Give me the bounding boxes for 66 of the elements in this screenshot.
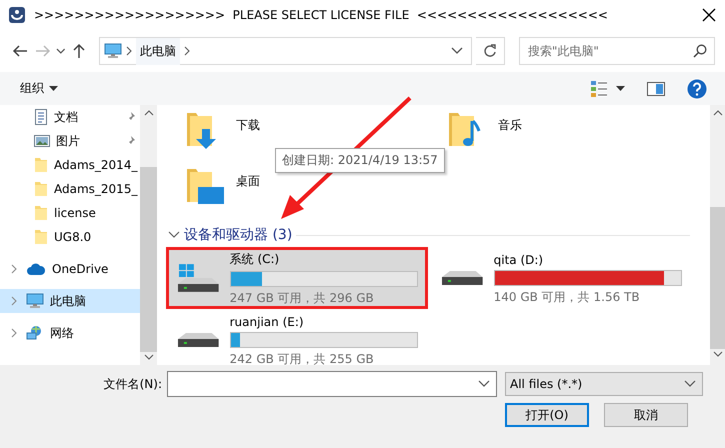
- back-icon[interactable]: [12, 43, 28, 59]
- refresh-button[interactable]: [476, 37, 505, 65]
- chevron-icon[interactable]: [126, 46, 132, 56]
- file-type-dropdown[interactable]: All files (*.*): [505, 372, 703, 396]
- drive-free-space: 242 GB 可用，共 255 GB: [230, 350, 375, 368]
- group-header[interactable]: 设备和驱动器 (3): [184, 226, 292, 244]
- app-icon: [8, 6, 26, 24]
- window-title: >>>>>>>>>>>>>>>>>>> PLEASE SELECT LICENSE FILE <<<<<<<<<<<<<<<<<<<: [34, 8, 609, 22]
- expand-chevron-icon[interactable]: [11, 296, 17, 306]
- drive-tile[interactable]: ruanjian (E:) 242 GB 可用，共 255 GB: [168, 311, 426, 369]
- expand-chevron-icon[interactable]: [11, 328, 17, 338]
- sidebar-item[interactable]: 图片: [0, 129, 140, 153]
- computer-icon: [26, 293, 44, 309]
- filename-field[interactable]: [167, 371, 497, 397]
- refresh-icon: [483, 44, 498, 58]
- drive-free-space: 247 GB 可用，共 296 GB: [230, 290, 375, 307]
- drive-free-space: 140 GB 可用，共 1.56 TB: [494, 288, 641, 306]
- close-icon[interactable]: [701, 7, 717, 23]
- view-icon: [590, 80, 608, 98]
- sidebar-item[interactable]: OneDrive: [0, 257, 140, 281]
- document-icon: [34, 109, 48, 125]
- sidebar-item[interactable]: Adams_2015_: [0, 177, 140, 201]
- drive-name: ruanjian (E:): [230, 314, 305, 328]
- expand-chevron-icon[interactable]: [11, 264, 17, 274]
- sidebar-item[interactable]: Adams_2014_: [0, 153, 140, 177]
- sidebar-item[interactable]: 此电脑: [0, 289, 140, 313]
- up-arrow-icon[interactable]: [72, 43, 86, 59]
- hard-drive-icon: [177, 332, 221, 348]
- folder-icon: [34, 181, 48, 197]
- dropdown-icon[interactable]: [478, 380, 490, 388]
- sidebar-item[interactable]: license: [0, 201, 140, 225]
- dropdown-icon[interactable]: [451, 47, 464, 55]
- filename-label: 文件名(N):: [104, 376, 163, 392]
- sidebar-item[interactable]: 文档: [0, 105, 140, 129]
- computer-icon: [104, 43, 122, 59]
- collapse-chevron-icon[interactable]: [168, 231, 180, 239]
- drive-name: qita (D:): [494, 252, 544, 266]
- hard-drive-icon: [441, 270, 485, 286]
- folder-icon: [34, 229, 48, 245]
- drive-tile[interactable]: 系统 (C:) 247 GB 可用，共 296 GB: [168, 249, 426, 307]
- folder-icon: [34, 157, 48, 173]
- open-button[interactable]: 打开(O): [505, 403, 589, 427]
- sidebar-item[interactable]: UG8.0: [0, 225, 140, 249]
- search-icon: [693, 44, 708, 58]
- tooltip: 创建日期: 2021/4/19 13:57: [275, 148, 445, 173]
- search-field[interactable]: 搜索"此电脑": [518, 37, 716, 65]
- folder-icon: [34, 205, 48, 221]
- breadcrumb[interactable]: 此电脑: [136, 38, 180, 64]
- cloud-icon: [26, 262, 46, 276]
- picture-icon: [34, 134, 50, 148]
- chevron-icon[interactable]: [184, 46, 190, 56]
- preview-pane-icon: [647, 82, 665, 96]
- organize-button[interactable]: 组织: [18, 77, 60, 100]
- caret-icon: [616, 86, 625, 92]
- windows-drive-icon: [177, 263, 221, 293]
- drive-name: 系统 (C:): [230, 251, 280, 268]
- sidebar-item[interactable]: 网络: [0, 321, 140, 345]
- cancel-button[interactable]: 取消: [604, 403, 688, 427]
- desktop-folder-icon: [186, 167, 226, 207]
- dropdown-icon: [684, 380, 696, 388]
- drive-tile[interactable]: qita (D:) 140 GB 可用，共 1.56 TB: [432, 249, 690, 307]
- address-bar[interactable]: 此电脑: [98, 37, 472, 65]
- caret-icon[interactable]: [56, 47, 66, 55]
- help-icon: [687, 78, 707, 98]
- network-icon: [26, 325, 44, 341]
- caret-icon: [49, 86, 58, 92]
